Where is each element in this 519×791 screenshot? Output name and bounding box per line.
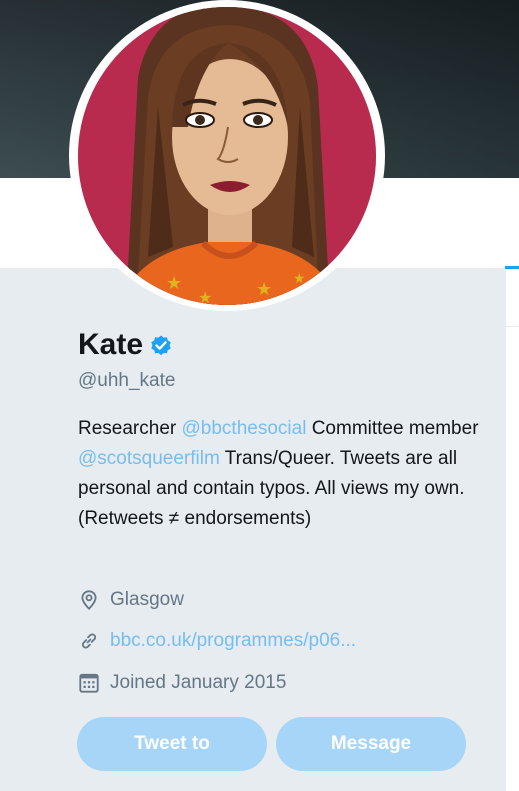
bio-text: Researcher — [78, 418, 182, 439]
profile-website[interactable]: bbc.co.uk/programmes/p06... — [78, 628, 356, 654]
profile-name[interactable]: Kate — [78, 327, 143, 363]
website-link[interactable]: bbc.co.uk/programmes/p06... — [110, 630, 356, 652]
profile-bio: Researcher @bbcthesocial Committee membe… — [78, 414, 488, 534]
profile-handle[interactable]: @uhh_kate — [78, 369, 175, 393]
profile-joined-date: Joined January 2015 — [78, 670, 286, 696]
timeline-divider — [505, 326, 519, 327]
tweet-to-button[interactable]: Tweet to — [77, 717, 267, 771]
bio-text: Committee member — [306, 418, 479, 439]
nav-active-indicator — [505, 266, 519, 269]
link-icon — [81, 633, 97, 649]
svg-text:★: ★ — [198, 288, 212, 305]
svg-text:★: ★ — [166, 273, 182, 294]
location-pin-icon — [81, 590, 97, 610]
profile-location: Glasgow — [78, 587, 184, 613]
calendar-icon — [79, 673, 99, 693]
verified-badge-icon — [151, 335, 171, 356]
bio-mention-link[interactable]: @bbcthesocial — [182, 418, 307, 439]
location-text: Glasgow — [110, 589, 184, 610]
svg-text:★: ★ — [256, 279, 272, 300]
avatar[interactable]: ★ ★ ★ ★ — [78, 7, 376, 305]
timeline-panel-edge — [505, 270, 519, 791]
avatar-illustration: ★ ★ ★ ★ — [78, 7, 376, 305]
bio-mention-link[interactable]: @scotsqueerfilm — [78, 448, 220, 469]
joined-text: Joined January 2015 — [110, 672, 287, 693]
message-button[interactable]: Message — [276, 717, 466, 771]
